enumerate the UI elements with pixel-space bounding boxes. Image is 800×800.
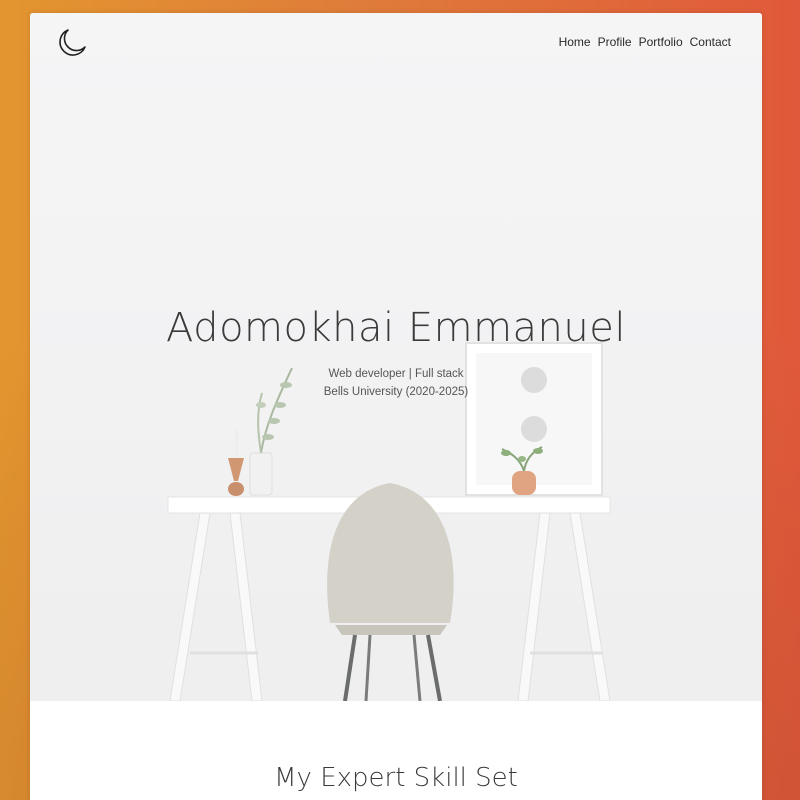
nav-home[interactable]: Home (559, 35, 591, 49)
nav-portfolio[interactable]: Portfolio (639, 35, 683, 49)
main-nav: Home Profile Portfolio Contact (559, 35, 731, 49)
candle-decor (228, 430, 244, 496)
hero-background-image (30, 342, 762, 701)
wall-frame (465, 342, 603, 496)
nav-profile[interactable]: Profile (598, 35, 632, 49)
hero-name: Adomokhai Emmanuel (166, 305, 626, 351)
hero-section: Home Profile Portfolio Contact Adomokhai… (30, 13, 762, 701)
moon-icon[interactable] (56, 27, 88, 59)
nav-contact[interactable]: Contact (690, 35, 731, 49)
page-card: Home Profile Portfolio Contact Adomokhai… (30, 13, 762, 800)
hero-role: Web developer | Full stack (328, 368, 464, 380)
hero-education: Bells University (2020-2025) (323, 386, 469, 398)
skills-heading: My Expert Skill Set (274, 763, 518, 793)
